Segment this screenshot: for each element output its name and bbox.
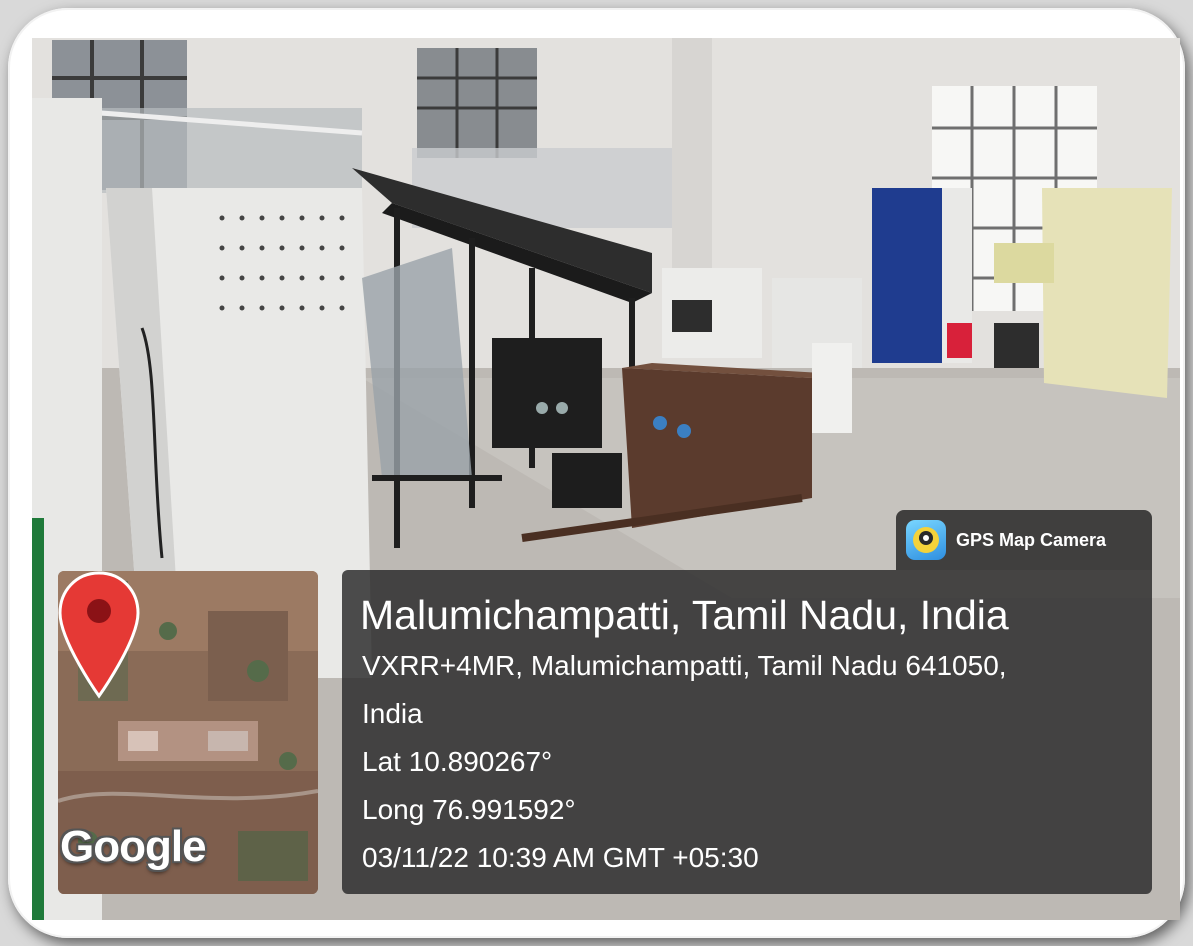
google-logo: Google [60, 822, 207, 871]
map-thumbnail: Google [58, 571, 318, 894]
app-watermark-badge: GPS Map Camera [896, 510, 1152, 570]
address-line-1: VXRR+4MR, Malumichampatti, Tamil Nadu 64… [362, 650, 1007, 681]
app-name-label: GPS Map Camera [956, 529, 1107, 550]
address-line-2: India [362, 698, 423, 729]
lab-photo: Google GPS Map Camera Malumichampatti, T… [32, 38, 1180, 920]
location-title: Malumichampatti, Tamil Nadu, India [360, 592, 1009, 638]
longitude-text: Long 76.991592° [362, 794, 576, 825]
timestamp-text: 03/11/22 10:39 AM GMT +05:30 [362, 842, 759, 873]
map-pin-icon [58, 571, 140, 699]
gps-map-camera-app-icon [906, 520, 946, 560]
latitude-text: Lat 10.890267° [362, 746, 553, 777]
location-info-panel: Malumichampatti, Tamil Nadu, India VXRR+… [342, 570, 1152, 894]
